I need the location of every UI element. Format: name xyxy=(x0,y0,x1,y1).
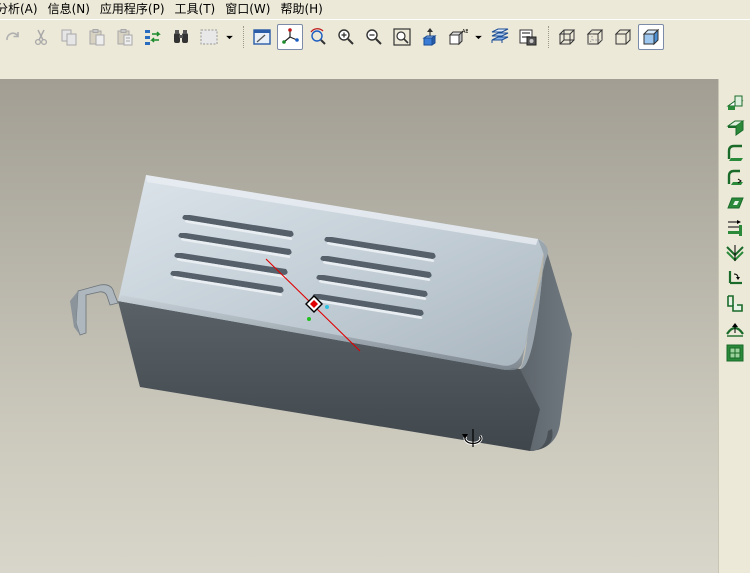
no-hidden-icon[interactable] xyxy=(610,24,636,50)
feature-toolbar xyxy=(718,79,750,573)
toolbar-separator xyxy=(548,26,549,48)
redo-icon[interactable] xyxy=(0,24,26,50)
form-icon[interactable] xyxy=(722,216,748,240)
saved-views-dropdown-icon[interactable] xyxy=(473,24,483,50)
selection-dropdown-icon[interactable] xyxy=(224,24,234,50)
corner-relief-icon[interactable] xyxy=(722,316,748,340)
hidden-line-icon[interactable] xyxy=(582,24,608,50)
menu-tools[interactable]: 工具(T) xyxy=(175,0,222,19)
refit-icon[interactable] xyxy=(389,24,415,50)
paste-icon[interactable] xyxy=(84,24,110,50)
sketch-view-icon[interactable] xyxy=(249,24,275,50)
menu-help[interactable]: 帮助(H) xyxy=(280,0,328,19)
regenerate-icon[interactable] xyxy=(140,24,166,50)
bend-icon[interactable] xyxy=(722,241,748,265)
paste-special-icon[interactable] xyxy=(112,24,138,50)
orient-mode-icon[interactable] xyxy=(305,24,331,50)
convert-icon[interactable] xyxy=(722,341,748,365)
selection-box-icon[interactable] xyxy=(196,24,222,50)
toolbar-separator xyxy=(243,26,244,48)
menu-applications[interactable]: 应用程序(P) xyxy=(100,0,171,19)
layers-icon[interactable] xyxy=(487,24,513,50)
rip-icon[interactable] xyxy=(722,291,748,315)
reorient-icon[interactable] xyxy=(417,24,443,50)
extrude-cut-icon[interactable] xyxy=(722,191,748,215)
menu-info[interactable]: 信息(N) xyxy=(48,0,96,19)
menu-bar: 分析(A) 信息(N) 应用程序(P) 工具(T) 窗口(W) 帮助(H) xyxy=(0,0,750,19)
graphics-window[interactable] xyxy=(0,79,718,573)
zoom-out-icon[interactable] xyxy=(361,24,387,50)
flange-wall-icon[interactable] xyxy=(722,116,748,140)
saved-views-icon[interactable]: AB xyxy=(445,24,471,50)
spin-center-icon[interactable] xyxy=(277,24,303,50)
view-manager-icon[interactable] xyxy=(515,24,541,50)
menu-analysis[interactable]: 分析(A) xyxy=(0,0,44,19)
find-icon[interactable] xyxy=(168,24,194,50)
flat-wall-icon[interactable] xyxy=(722,91,748,115)
svg-text:AB: AB xyxy=(462,29,468,35)
edge-bend-icon[interactable] xyxy=(722,266,748,290)
copy-icon[interactable] xyxy=(56,24,82,50)
wireframe-icon[interactable] xyxy=(554,24,580,50)
bend-back-icon[interactable] xyxy=(722,166,748,190)
cut-icon[interactable] xyxy=(28,24,54,50)
shading-icon[interactable] xyxy=(638,24,664,50)
zoom-in-icon[interactable] xyxy=(333,24,359,50)
menu-window[interactable]: 窗口(W) xyxy=(225,0,276,19)
sheetmetal-part-model[interactable] xyxy=(0,79,718,573)
unbend-icon[interactable] xyxy=(722,141,748,165)
main-toolbar: AB xyxy=(0,19,750,79)
